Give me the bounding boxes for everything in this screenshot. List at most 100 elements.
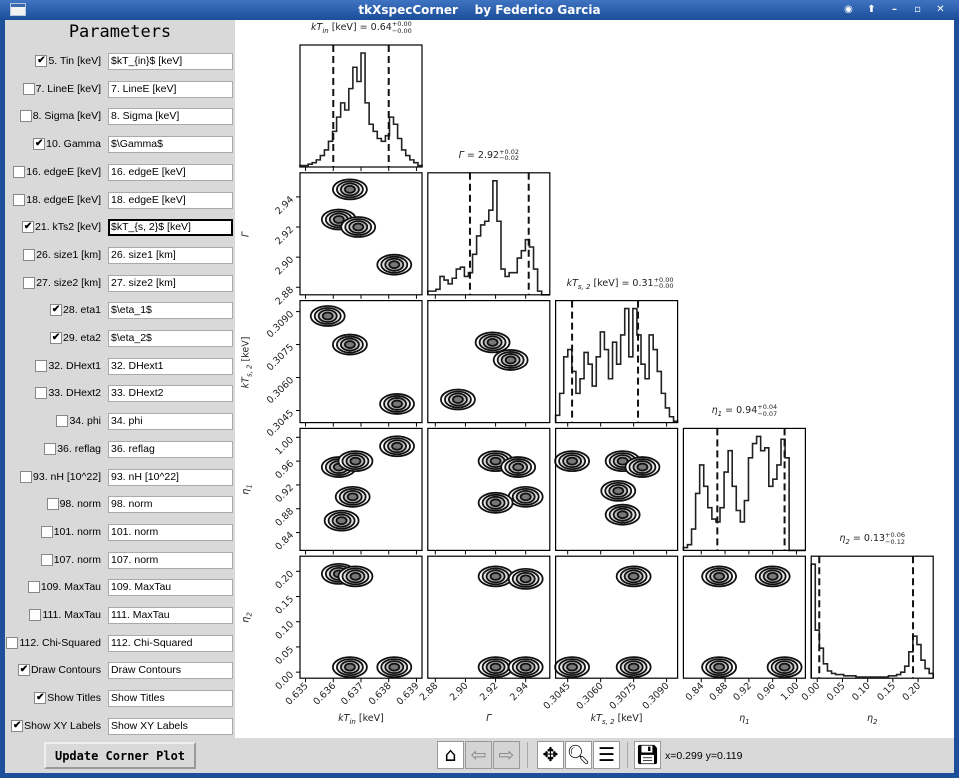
param-checkbox[interactable]: 111. MaxTau <box>29 609 101 621</box>
checkbox-box[interactable] <box>40 525 53 538</box>
checkbox-box[interactable] <box>20 470 33 483</box>
param-checkbox[interactable]: 32. DHext1 <box>35 359 101 372</box>
checkbox-box[interactable] <box>27 581 40 594</box>
param-label-input[interactable]: 16. edgeE [keV] <box>108 163 233 181</box>
corner-plot-canvas[interactable]: 2.882.902.922.940.30450.30600.30750.3090… <box>235 20 954 738</box>
param-label-input[interactable]: 111. MaxTau <box>108 607 233 624</box>
checkbox-box[interactable] <box>46 498 59 511</box>
corner-plot[interactable]: 2.88 2.90 2.92 2.94 0.3045 0.3060 0.3075 0.3090… <box>235 20 954 738</box>
zoom-icon[interactable]: 🔍︎ <box>565 741 592 769</box>
close-button[interactable]: ✕ <box>933 3 948 17</box>
param-label-input[interactable]: $kT_{s, 2}$ [keV] <box>108 219 233 237</box>
param-label-input[interactable]: 109. MaxTau <box>108 579 233 597</box>
param-row: 27. size2 [km] 27. size2 [km] <box>5 274 235 293</box>
param-checkbox[interactable]: ✔ Draw Contours <box>17 664 101 677</box>
checkbox-box[interactable] <box>19 110 32 123</box>
y-tick-label: 2.90 <box>273 254 296 277</box>
param-label-input[interactable]: $kT_{in}$ [keV] <box>108 53 233 70</box>
maximize-button[interactable]: ▫ <box>910 3 925 17</box>
param-label-input[interactable]: Show XY Labels <box>108 717 233 735</box>
param-checkbox[interactable]: ✔ 5. Tin [keV] <box>35 55 101 67</box>
checkbox-box[interactable]: ✔ <box>33 138 46 151</box>
param-checkbox[interactable]: 34. phi <box>56 415 101 428</box>
param-symbol: Γ <box>458 149 464 161</box>
configure-icon[interactable]: ☰ <box>593 741 620 769</box>
checkbox-box[interactable]: ✔ <box>22 221 35 234</box>
home-icon[interactable]: ⌂ <box>437 741 464 769</box>
contour-level <box>636 462 649 472</box>
param-checkbox[interactable]: 18. edgeE [keV] <box>13 193 101 206</box>
param-label-input[interactable]: 36. reflag <box>108 440 233 458</box>
param-checkbox[interactable]: 98. norm <box>46 498 101 511</box>
checkbox-box[interactable] <box>6 636 19 649</box>
checkbox-box[interactable] <box>35 387 48 400</box>
param-checkbox[interactable]: 8. Sigma [keV] <box>19 110 101 123</box>
checkbox-box[interactable] <box>13 165 26 178</box>
param-checkbox[interactable]: 36. reflag <box>44 442 101 455</box>
param-checkbox[interactable]: 93. nH [10^22] <box>20 470 101 483</box>
param-checkbox[interactable]: ✔ Show XY Labels <box>11 719 101 732</box>
param-label-input[interactable]: 18. edgeE [keV] <box>108 191 233 209</box>
param-label-input[interactable]: 98. norm <box>108 496 233 514</box>
contour-panel-2-3 <box>554 427 679 555</box>
save-icon[interactable]: 💾︎ <box>634 741 661 769</box>
param-checkbox[interactable]: ✔ 29. eta2 <box>50 332 101 344</box>
param-checkbox[interactable]: 109. MaxTau <box>27 581 101 594</box>
param-label-input[interactable]: 34. phi <box>108 413 233 431</box>
param-label-input[interactable]: $\eta_2$ <box>108 330 233 347</box>
param-label-input[interactable]: 112. Chi-Squared <box>108 634 233 652</box>
keep-above-button[interactable]: ⬆ <box>864 3 879 17</box>
checkbox-box[interactable]: ✔ <box>11 719 24 732</box>
param-checkbox[interactable]: 107. norm <box>40 553 101 566</box>
param-label-input[interactable]: 93. nH [10^22] <box>108 468 233 486</box>
param-checkbox[interactable]: ✔ 10. Gamma <box>33 138 101 151</box>
param-label-input[interactable]: 101. norm <box>108 523 233 541</box>
checkbox-box[interactable]: ✔ <box>35 55 48 67</box>
param-checkbox[interactable]: 27. size2 [km] <box>23 276 101 289</box>
checkbox-box[interactable] <box>22 82 35 95</box>
param-label-input[interactable]: 27. size2 [km] <box>108 274 233 292</box>
param-label-input[interactable]: Show Titles <box>108 690 233 708</box>
param-label-input[interactable]: 26. size1 [km] <box>108 246 233 264</box>
pan-icon[interactable]: ✥ <box>537 741 564 769</box>
param-checkbox[interactable]: ✔ Show Titles <box>34 692 101 705</box>
param-checkbox[interactable]: 101. norm <box>40 525 101 538</box>
param-checkbox[interactable]: 26. size1 [km] <box>23 248 101 261</box>
param-checkbox[interactable]: 16. edgeE [keV] <box>13 165 101 178</box>
checkbox-box[interactable] <box>35 359 48 372</box>
param-label-input[interactable]: 7. LineE [keV] <box>108 80 233 98</box>
checkbox-box[interactable]: ✔ <box>50 304 63 317</box>
param-checkbox[interactable]: 112. Chi-Squared <box>6 636 101 649</box>
back-icon[interactable]: ⇦ <box>465 741 492 769</box>
param-checkbox[interactable]: ✔ 21. kTs2 [keV] <box>22 221 101 234</box>
forward-icon[interactable]: ⇨ <box>493 741 520 769</box>
param-label-input[interactable]: 107. norm <box>108 551 233 569</box>
checkbox-box[interactable]: ✔ <box>34 692 47 705</box>
checkbox-box[interactable] <box>23 248 36 261</box>
param-label-input[interactable]: 33. DHext2 <box>108 385 233 403</box>
param-value: 0.64 <box>370 22 392 33</box>
x-tick-label: 0.3045 <box>542 681 573 712</box>
param-label-input[interactable]: Draw Contours <box>108 662 233 680</box>
checkbox-box[interactable] <box>56 415 69 428</box>
y-tick-label: 0.10 <box>273 619 296 642</box>
param-label-input[interactable]: $\Gamma$ <box>108 136 233 154</box>
param-checkbox[interactable]: 7. LineE [keV] <box>22 82 101 95</box>
checkbox-box[interactable] <box>44 442 57 455</box>
param-label-input[interactable]: 8. Sigma [keV] <box>108 108 233 126</box>
checkbox-box[interactable]: ✔ <box>17 664 30 677</box>
param-label-input[interactable]: 32. DHext1 <box>108 357 233 375</box>
minimize-button[interactable]: – <box>887 3 902 17</box>
checkbox-box[interactable] <box>40 553 53 566</box>
checkbox-box[interactable] <box>23 276 36 289</box>
checkbox-box[interactable] <box>29 609 42 621</box>
checkbox-box[interactable]: ✔ <box>50 332 63 344</box>
x-tick-label: 0.10 <box>850 681 873 704</box>
param-label-input[interactable]: $\eta_1$ <box>108 302 233 320</box>
update-corner-plot-button[interactable]: Update Corner Plot <box>44 742 196 769</box>
checkbox-box[interactable] <box>13 193 26 206</box>
param-label: 21. kTs2 [keV] <box>35 221 101 234</box>
param-checkbox[interactable]: ✔ 28. eta1 <box>50 304 101 317</box>
pin-button[interactable]: ◉ <box>841 3 856 17</box>
param-checkbox[interactable]: 33. DHext2 <box>35 387 101 400</box>
